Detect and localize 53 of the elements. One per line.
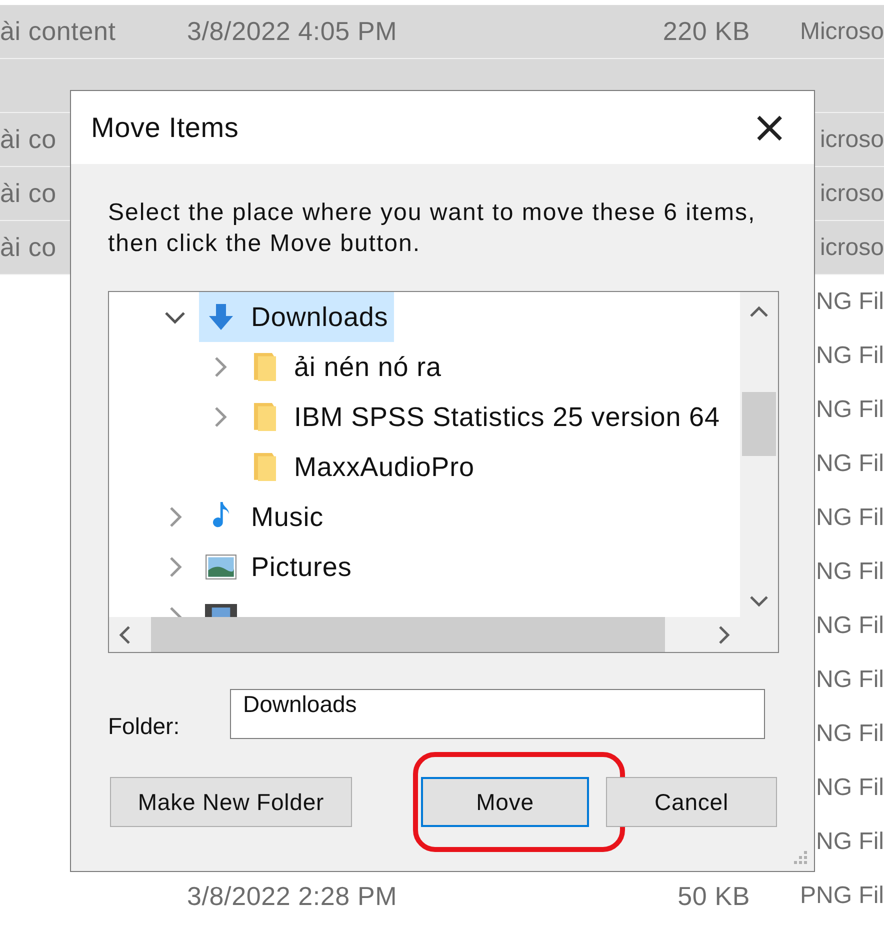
folder-icon [254, 453, 276, 481]
file-type: icroso [820, 180, 884, 208]
file-size: 50 KB [678, 880, 750, 912]
file-type: NG Fil [816, 612, 884, 640]
tree-item[interactable]: ải nén nó ra [244, 342, 448, 392]
horizontal-scrollbar[interactable] [109, 617, 740, 652]
file-type: NG Fil [816, 504, 884, 532]
scroll-up-icon[interactable] [749, 306, 769, 318]
folder-icon [254, 353, 276, 381]
file-type: NG Fil [816, 720, 884, 748]
file-type: NG Fil [816, 450, 884, 478]
cancel-button[interactable]: Cancel [606, 777, 777, 827]
selected-row[interactable]: ài content 3/8/2022 4:05 PM 220 KB Microso [0, 5, 884, 59]
folder-icon [254, 403, 276, 431]
tree-item[interactable]: MaxxAudioPro [244, 442, 480, 492]
tree-item[interactable]: Music [199, 492, 330, 542]
vertical-scrollbar[interactable] [740, 292, 778, 617]
file-type: NG Fil [816, 342, 884, 370]
file-type: Microso [800, 18, 884, 46]
tree-item[interactable]: IBM SPSS Statistics 25 version 64 [244, 392, 726, 442]
dialog-title: Move Items [91, 112, 239, 144]
tree-item[interactable]: Downloads [199, 292, 394, 342]
scroll-right-icon[interactable] [718, 624, 730, 644]
new-folder-button[interactable]: Make New Folder [110, 777, 352, 827]
picture-icon [205, 554, 237, 580]
file-name: ài co [0, 178, 56, 209]
file-type: NG Fil [816, 396, 884, 424]
scroll-left-icon[interactable] [119, 624, 131, 644]
file-type: icroso [820, 234, 884, 262]
file-type: PNG Fil [800, 882, 884, 910]
tree-item[interactable]: Pictures [199, 542, 358, 592]
file-type: NG Fil [816, 666, 884, 694]
file-name: ài content [0, 16, 116, 47]
file-name: ài co [0, 232, 56, 263]
move-button[interactable]: Move [421, 777, 589, 827]
file-type: NG Fil [816, 288, 884, 316]
folder-field[interactable]: Downloads [230, 688, 765, 738]
file-type: icroso [820, 126, 884, 154]
file-type: NG Fil [816, 774, 884, 802]
close-button[interactable]: × [745, 106, 794, 150]
folder-label: Folder: [108, 712, 181, 740]
file-type: NG Fil [816, 828, 884, 856]
file-name: ài co [0, 124, 56, 155]
scroll-thumb[interactable] [151, 617, 665, 652]
date-modified: 3/8/2022 4:05 PM [187, 16, 398, 47]
date-modified: 3/8/2022 2:28 PM [187, 880, 398, 912]
file-type: NG Fil [816, 558, 884, 586]
file-size: 220 KB [662, 16, 750, 47]
download-arrow-icon [209, 304, 233, 330]
instruction-text: Select the place where you want to move these 6 items, then click the Move button. [108, 198, 757, 259]
scroll-thumb[interactable] [742, 392, 776, 456]
scroll-down-icon[interactable] [749, 595, 769, 607]
resize-grip-icon[interactable] [794, 851, 808, 865]
